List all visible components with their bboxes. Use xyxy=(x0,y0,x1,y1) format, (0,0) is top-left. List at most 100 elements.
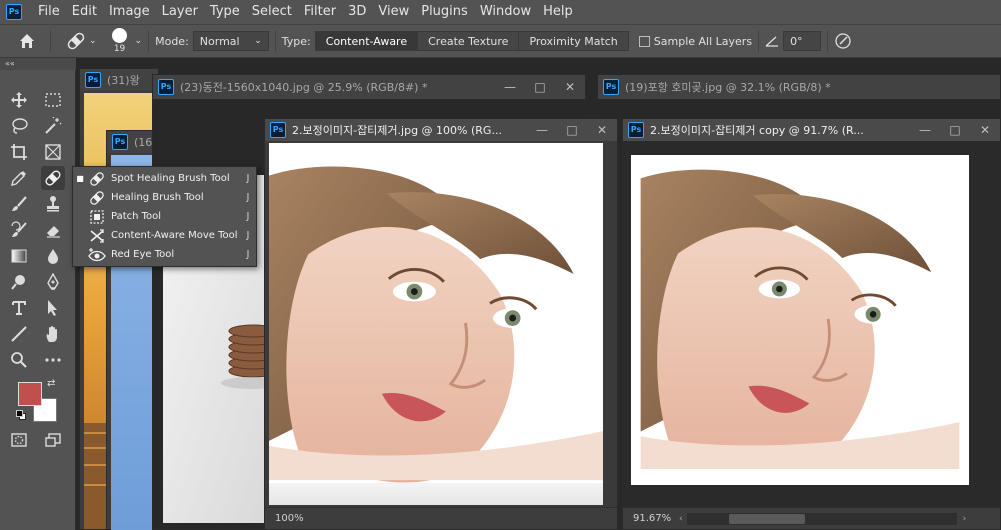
sample-all-layers-checkbox[interactable]: Sample All Layers xyxy=(638,35,752,48)
document-titlebar[interactable]: Ps 2.보정이미지-잡티제거.jpg @ 100% (RG... — □ ✕ xyxy=(265,119,617,141)
menu-layer[interactable]: Layer xyxy=(156,0,204,24)
flyout-item-healing-brush[interactable]: Healing Brush Tool J xyxy=(73,188,256,207)
foreground-color-swatch[interactable] xyxy=(18,382,42,406)
document-titlebar[interactable]: Ps (23)동전-1560x1040.jpg @ 25.9% (RGB/8#)… xyxy=(153,75,585,99)
vertical-scrollbar[interactable] xyxy=(603,143,617,505)
brush-tool[interactable] xyxy=(7,192,31,216)
close-button[interactable]: ✕ xyxy=(970,123,1000,137)
flyout-item-content-aware-move[interactable]: Content-Aware Move Tool J xyxy=(73,226,256,245)
menu-3d[interactable]: 3D xyxy=(342,0,372,24)
menu-filter[interactable]: Filter xyxy=(298,0,342,24)
photoshop-logo-icon: Ps xyxy=(603,79,619,95)
tools-panel: «« ⇄ xyxy=(0,58,76,530)
line-tool[interactable] xyxy=(7,322,31,346)
content-aware-button[interactable]: Content-Aware xyxy=(314,31,419,51)
minimize-button[interactable]: — xyxy=(495,80,525,94)
clone-stamp-tool[interactable] xyxy=(41,192,65,216)
type-tool[interactable] xyxy=(7,296,31,320)
home-button[interactable] xyxy=(10,26,44,56)
create-texture-button[interactable]: Create Texture xyxy=(417,31,520,51)
edit-toolbar-button[interactable] xyxy=(41,348,65,372)
flyout-item-spot-healing-brush[interactable]: ■ Spot Healing Brush Tool J xyxy=(73,169,256,188)
scrollbar-thumb[interactable] xyxy=(728,513,805,524)
move-tool[interactable] xyxy=(7,88,31,112)
menu-file[interactable]: File xyxy=(32,0,66,24)
swap-colors-icon[interactable]: ⇄ xyxy=(47,378,55,389)
scroll-right-icon[interactable]: › xyxy=(963,514,967,524)
bandage-icon xyxy=(87,190,107,206)
document-window-retouch[interactable]: Ps 2.보정이미지-잡티제거.jpg @ 100% (RG... — □ ✕ … xyxy=(264,118,618,530)
history-brush-icon xyxy=(11,221,27,237)
minimize-button[interactable]: — xyxy=(527,123,557,137)
angle-value: 0° xyxy=(790,34,803,48)
spot-healing-brush-tool[interactable] xyxy=(41,166,65,190)
zoom-level[interactable]: 91.67% xyxy=(633,513,679,524)
photoshop-logo-icon: Ps xyxy=(85,72,101,88)
minimize-button[interactable]: — xyxy=(910,123,940,137)
hand-tool[interactable] xyxy=(41,322,65,346)
menu-plugins[interactable]: Plugins xyxy=(415,0,474,24)
status-bar: 100% xyxy=(265,507,617,529)
collapse-panel-button[interactable]: «« xyxy=(0,58,76,70)
flyout-item-patch[interactable]: Patch Tool J xyxy=(73,207,256,226)
document-titlebar[interactable]: Ps (16) xyxy=(107,131,155,153)
scroll-left-icon[interactable]: ‹ xyxy=(679,514,683,524)
photoshop-logo-icon: Ps xyxy=(158,79,174,95)
zoom-tool[interactable] xyxy=(7,348,31,372)
document-window-retouch-copy[interactable]: Ps 2.보정이미지-잡티제거 copy @ 91.7% (R... — □ ✕… xyxy=(622,118,1001,530)
document-titlebar[interactable]: Ps 2.보정이미지-잡티제거 copy @ 91.7% (R... — □ ✕ xyxy=(623,119,1000,141)
menu-select[interactable]: Select xyxy=(246,0,298,24)
menu-help[interactable]: Help xyxy=(537,0,579,24)
document-titlebar[interactable]: Ps (31)왕 xyxy=(80,69,158,91)
close-button[interactable]: ✕ xyxy=(587,123,617,137)
magic-wand-tool[interactable] xyxy=(41,114,65,138)
maximize-button[interactable]: □ xyxy=(525,80,555,94)
eraser-tool[interactable] xyxy=(41,218,65,242)
gradient-tool[interactable] xyxy=(7,244,31,268)
menu-window[interactable]: Window xyxy=(474,0,537,24)
mode-value: Normal xyxy=(199,34,240,48)
path-selection-tool[interactable] xyxy=(41,296,65,320)
dodge-icon xyxy=(11,275,25,290)
eyedropper-tool[interactable] xyxy=(7,166,31,190)
brush-icon xyxy=(12,196,27,211)
lasso-tool[interactable] xyxy=(7,114,31,138)
bandage-icon xyxy=(87,171,107,187)
document-title: (19)포항 호미곶.jpg @ 32.1% (RGB/8) * xyxy=(625,81,831,94)
dodge-tool[interactable] xyxy=(7,270,31,294)
menu-edit[interactable]: Edit xyxy=(66,0,103,24)
crop-tool[interactable] xyxy=(7,140,31,164)
divider xyxy=(50,30,51,52)
brush-size-picker[interactable]: 19 xyxy=(109,28,131,54)
divider xyxy=(758,30,760,52)
horizontal-scrollbar[interactable] xyxy=(686,512,957,525)
chevron-down-icon[interactable]: ⌄ xyxy=(135,36,143,46)
pressure-size-icon[interactable] xyxy=(834,32,852,50)
angle-icon xyxy=(765,36,779,47)
marquee-tool[interactable] xyxy=(41,88,65,112)
zoom-level[interactable]: 100% xyxy=(275,513,304,524)
close-button[interactable]: ✕ xyxy=(555,80,585,94)
maximize-button[interactable]: □ xyxy=(940,123,970,137)
menu-view[interactable]: View xyxy=(372,0,415,24)
pen-tool[interactable] xyxy=(41,270,65,294)
bandage-icon xyxy=(67,32,85,50)
proximity-match-button[interactable]: Proximity Match xyxy=(518,31,629,51)
history-brush-tool[interactable] xyxy=(7,218,31,242)
blur-tool[interactable] xyxy=(41,244,65,268)
screen-mode-button[interactable] xyxy=(41,428,65,452)
menu-type[interactable]: Type xyxy=(204,0,246,24)
angle-input[interactable]: 0° xyxy=(783,31,822,51)
default-colors-icon[interactable] xyxy=(16,410,26,420)
menu-image[interactable]: Image xyxy=(103,0,156,24)
canvas[interactable] xyxy=(631,155,969,485)
frame-tool[interactable] xyxy=(41,140,65,164)
flyout-label: Patch Tool xyxy=(111,211,162,222)
quick-mask-button[interactable] xyxy=(7,428,31,452)
tool-preset-picker[interactable]: ⌄ xyxy=(65,30,97,52)
mode-select[interactable]: Normal ⌄ xyxy=(192,31,269,51)
canvas[interactable] xyxy=(269,143,603,505)
maximize-button[interactable]: □ xyxy=(557,123,587,137)
flyout-item-red-eye[interactable]: Red Eye Tool J xyxy=(73,245,256,264)
document-titlebar[interactable]: Ps (19)포항 호미곶.jpg @ 32.1% (RGB/8) * xyxy=(598,75,1000,99)
